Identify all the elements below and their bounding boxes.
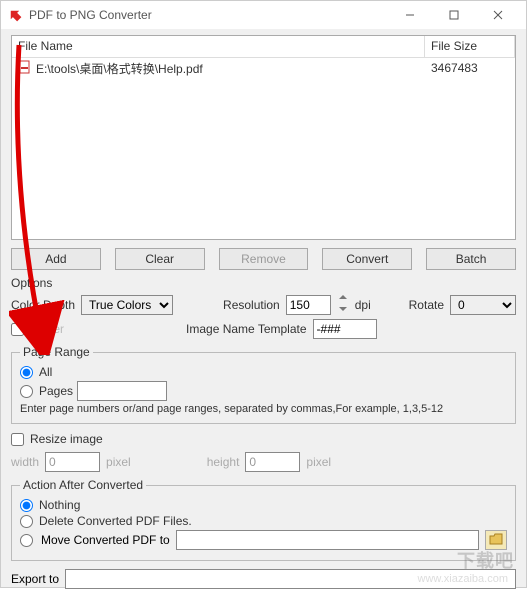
- col-header-name[interactable]: File Name: [12, 36, 425, 58]
- convert-button[interactable]: Convert: [322, 248, 412, 270]
- titlebar: PDF to PNG Converter: [1, 1, 526, 29]
- page-range-hint: Enter page numbers or/and page ranges, s…: [20, 403, 507, 415]
- window-title: PDF to PNG Converter: [29, 8, 388, 22]
- action-group: Action After Converted Nothing Delete Co…: [11, 478, 516, 561]
- resize-checkbox[interactable]: [11, 433, 24, 446]
- width-label: width: [11, 455, 39, 469]
- pages-input[interactable]: [77, 381, 167, 401]
- delete-radio[interactable]: [20, 515, 33, 528]
- dpi-label: dpi: [355, 298, 371, 312]
- resolution-label: Resolution: [223, 298, 280, 312]
- options-label: Options: [11, 276, 516, 290]
- color-depth-select[interactable]: True Colors: [81, 295, 173, 315]
- height-input: [245, 452, 300, 472]
- rotate-label: Rotate: [409, 298, 444, 312]
- minimize-button[interactable]: [388, 1, 432, 29]
- pages-label: Pages: [39, 384, 73, 398]
- close-button[interactable]: [476, 1, 520, 29]
- page-range-group: Page Range All Pages Enter page numbers …: [11, 345, 516, 424]
- watermark-url: www.xiazaiba.com: [418, 573, 508, 585]
- nothing-radio[interactable]: [20, 499, 33, 512]
- pages-radio[interactable]: [20, 385, 33, 398]
- pdf-icon: [18, 60, 32, 77]
- action-legend: Action After Converted: [20, 478, 146, 492]
- export-label: Export to: [11, 572, 59, 586]
- delete-label: Delete Converted PDF Files.: [39, 514, 192, 528]
- file-name-cell: E:\tools\桌面\格式转换\Help.pdf: [36, 60, 203, 77]
- page-range-legend: Page Range: [20, 345, 93, 359]
- folder-icon: [489, 533, 503, 548]
- spinner-icon[interactable]: [337, 294, 349, 315]
- file-size-cell: 3467483: [425, 59, 515, 77]
- move-label: Move Converted PDF to: [41, 533, 170, 547]
- move-path-input[interactable]: [176, 530, 479, 550]
- color-depth-label: Color Depth: [11, 298, 75, 312]
- table-row[interactable]: E:\tools\桌面\格式转换\Help.pdf 3467483: [12, 58, 515, 78]
- resolution-input[interactable]: [286, 295, 331, 315]
- height-label: height: [207, 455, 240, 469]
- watermark: 下载吧: [457, 547, 514, 573]
- nothing-label: Nothing: [39, 498, 80, 512]
- clear-button[interactable]: Clear: [115, 248, 205, 270]
- all-radio[interactable]: [20, 366, 33, 379]
- app-icon: [7, 7, 23, 23]
- maximize-button[interactable]: [432, 1, 476, 29]
- width-input: [45, 452, 100, 472]
- all-label: All: [39, 365, 52, 379]
- dither-checkbox[interactable]: [11, 323, 24, 336]
- move-radio[interactable]: [20, 534, 33, 547]
- batch-button[interactable]: Batch: [426, 248, 516, 270]
- file-grid[interactable]: File Name File Size E:\tools\桌面\格式转换\Hel…: [11, 35, 516, 240]
- resize-label: Resize image: [30, 432, 103, 446]
- dither-label: Dither: [32, 322, 64, 336]
- rotate-select[interactable]: 0: [450, 295, 516, 315]
- template-label: Image Name Template: [186, 322, 307, 336]
- template-input[interactable]: [313, 319, 377, 339]
- col-header-size[interactable]: File Size: [425, 36, 515, 58]
- remove-button[interactable]: Remove: [219, 248, 309, 270]
- grid-header: File Name File Size: [12, 36, 515, 58]
- add-button[interactable]: Add: [11, 248, 101, 270]
- height-unit: pixel: [306, 455, 331, 469]
- width-unit: pixel: [106, 455, 131, 469]
